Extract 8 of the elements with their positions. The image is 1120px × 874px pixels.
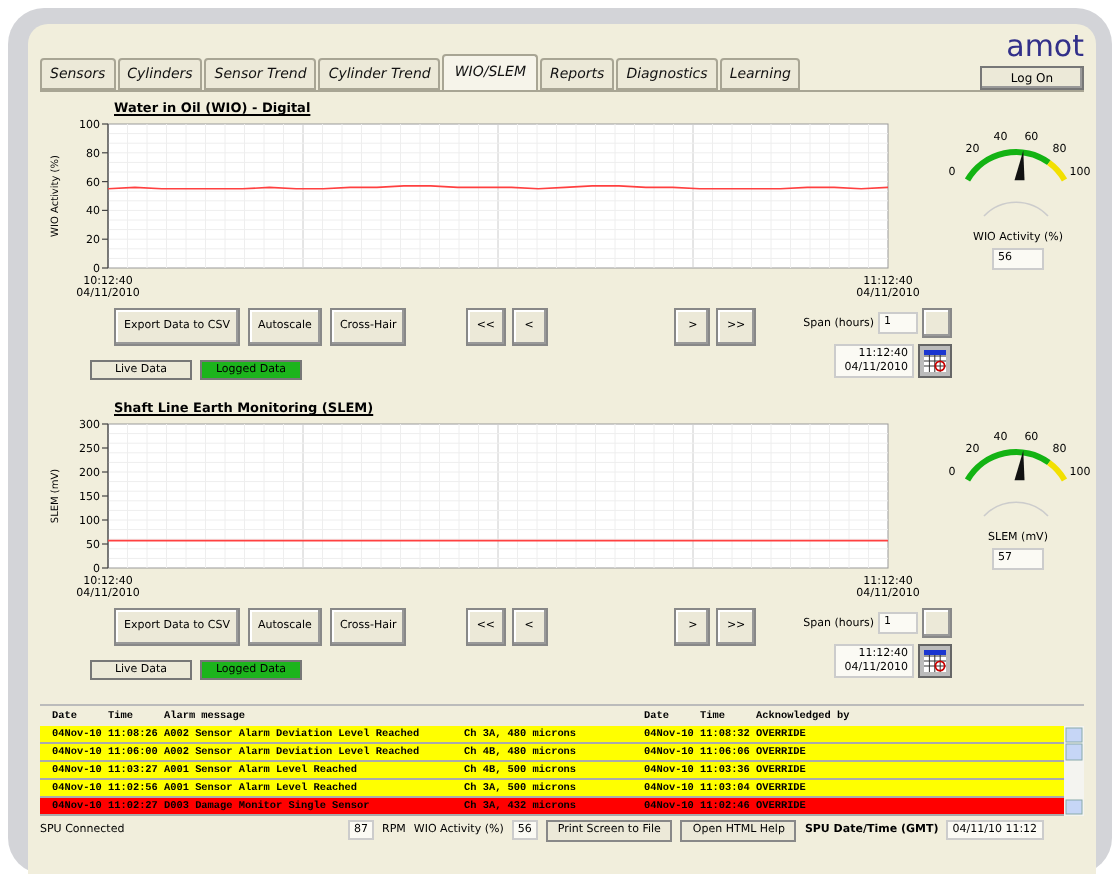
gauge-drawing <box>965 149 1067 217</box>
scrollbar[interactable] <box>1064 726 1084 816</box>
calendar-icon[interactable] <box>918 344 952 379</box>
gauge-drawing <box>965 449 1067 517</box>
span-button[interactable] <box>922 608 952 638</box>
logo: amot <box>1006 32 1084 62</box>
span-button[interactable] <box>922 308 952 338</box>
calendar-icon[interactable] <box>918 644 952 679</box>
